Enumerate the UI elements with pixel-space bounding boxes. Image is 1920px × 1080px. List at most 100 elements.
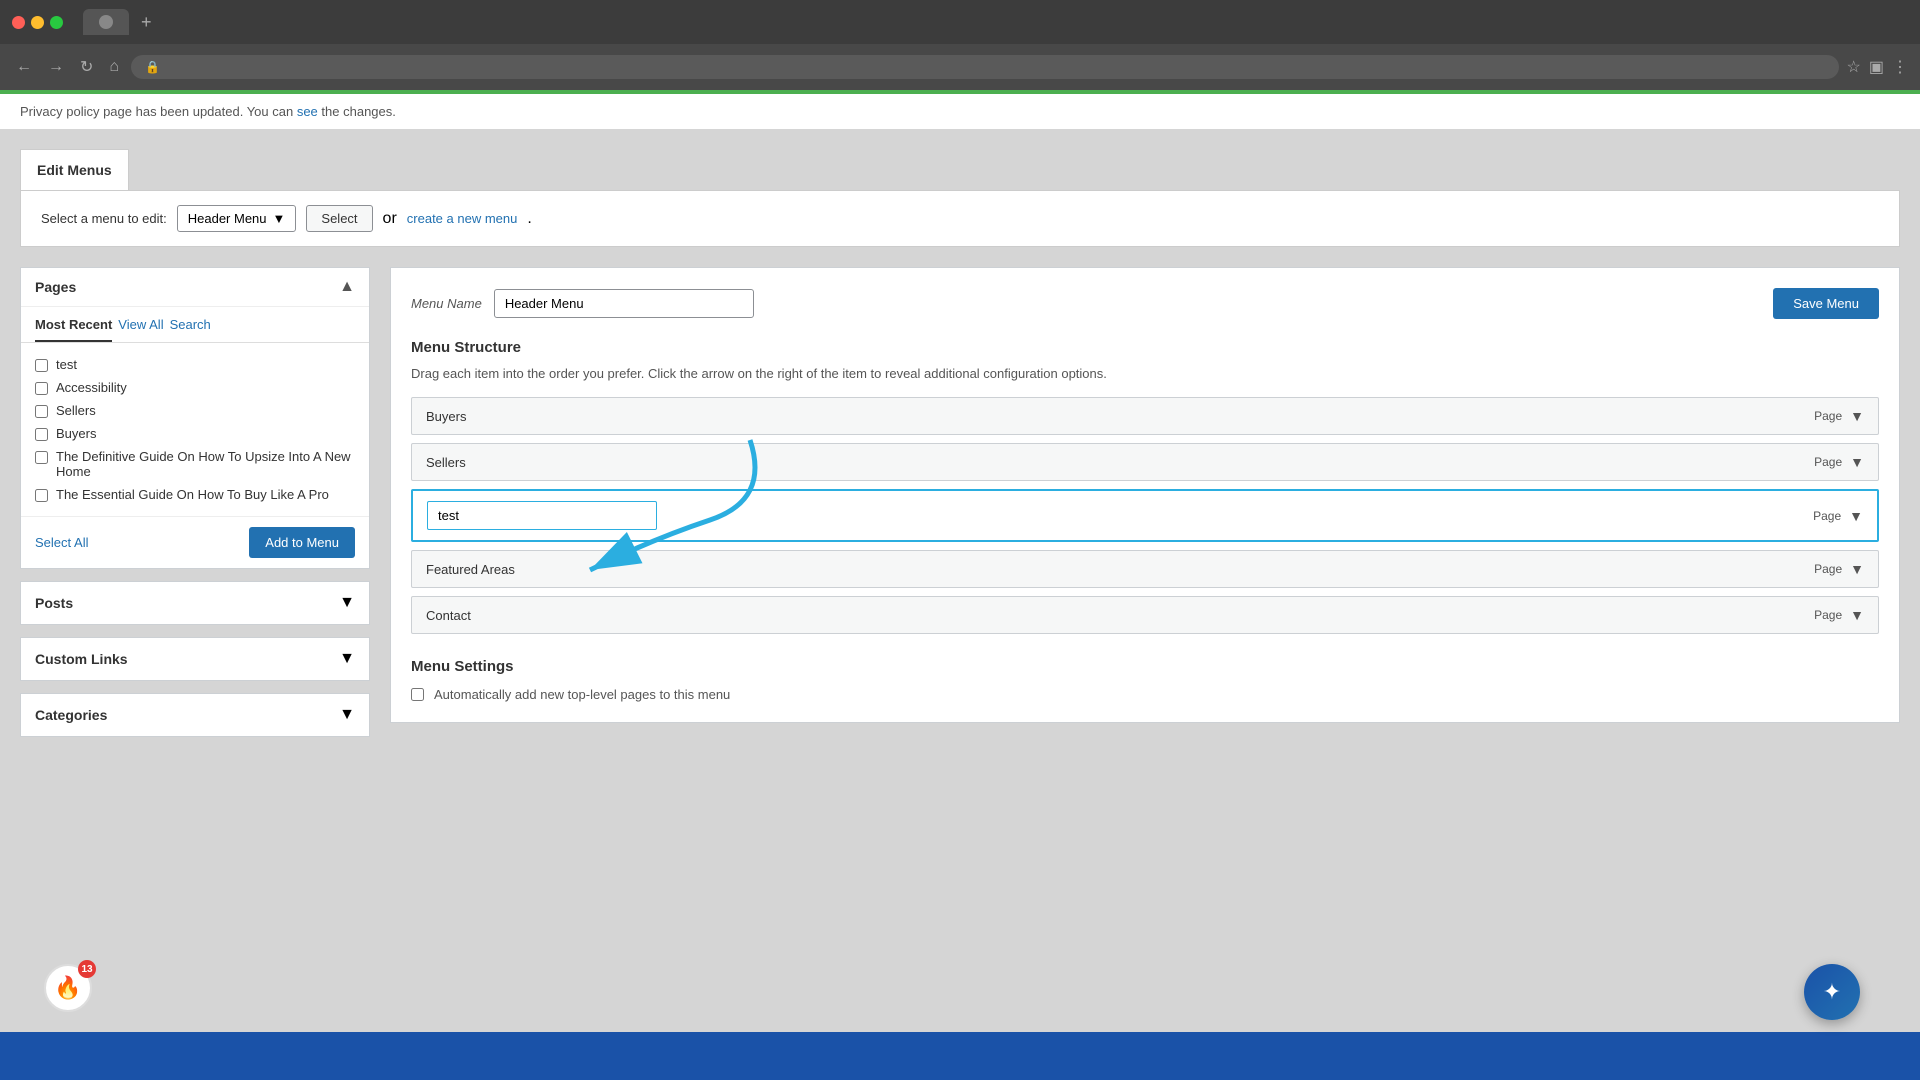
auto-add-pages-label: Automatically add new top-level pages to…: [434, 687, 730, 702]
menu-item-expand-contact[interactable]: ▼: [1850, 607, 1864, 623]
menu-item-expand-buyers[interactable]: ▼: [1850, 408, 1864, 424]
page-label-essential: The Essential Guide On How To Buy Like A…: [56, 487, 329, 502]
page-label-test: test: [56, 357, 77, 372]
pages-panel-toggle[interactable]: ▲: [339, 278, 355, 296]
main-area: Edit Menus Select a menu to edit: Header…: [0, 129, 1920, 757]
page-checkbox-sellers[interactable]: [35, 405, 48, 418]
menu-name-input[interactable]: [494, 289, 754, 318]
menu-item-type-sellers: Page: [1814, 455, 1842, 469]
menu-select-dropdown[interactable]: Header Menu ▼: [177, 205, 297, 232]
list-item: The Essential Guide On How To Buy Like A…: [35, 483, 355, 506]
menu-item-right-featured-areas: Page ▼: [1814, 561, 1864, 577]
tab-favicon: [99, 15, 113, 29]
custom-links-chevron-icon: ▼: [339, 650, 355, 668]
new-tab-button[interactable]: +: [141, 12, 152, 33]
auto-add-pages-checkbox[interactable]: [411, 688, 424, 701]
posts-chevron-icon: ▼: [339, 594, 355, 612]
categories-panel: Categories ▼: [20, 693, 370, 737]
notice-link[interactable]: see: [297, 104, 318, 119]
chat-widget[interactable]: ✦: [1804, 964, 1860, 1020]
select-menu-label: Select a menu to edit:: [41, 211, 167, 226]
flame-widget[interactable]: 🔥 13: [44, 964, 92, 1012]
address-bar[interactable]: 🔒: [131, 55, 1838, 79]
select-all-link[interactable]: Select All: [35, 535, 88, 550]
menu-item-input-test[interactable]: [427, 501, 657, 530]
menu-item-name-featured-areas: Featured Areas: [426, 562, 515, 577]
menu-item-expand-sellers[interactable]: ▼: [1850, 454, 1864, 470]
tab-view-all[interactable]: View All: [118, 317, 163, 342]
posts-panel-header[interactable]: Posts ▼: [21, 582, 369, 624]
add-to-menu-button[interactable]: Add to Menu: [249, 527, 355, 558]
notice-text: Privacy policy page has been updated. Yo…: [20, 104, 297, 119]
menu-item-right-sellers: Page ▼: [1814, 454, 1864, 470]
menu-item-type-contact: Page: [1814, 608, 1842, 622]
menu-structure-desc: Drag each item into the order you prefer…: [411, 366, 1879, 381]
browser-dots: [12, 16, 63, 29]
select-menu-bar: Select a menu to edit: Header Menu ▼ Sel…: [20, 190, 1900, 247]
maximize-dot[interactable]: [50, 16, 63, 29]
posts-panel-title: Posts: [35, 595, 73, 611]
menu-item-expand-test[interactable]: ▼: [1849, 508, 1863, 524]
forward-button[interactable]: →: [44, 54, 68, 80]
categories-panel-header[interactable]: Categories ▼: [21, 694, 369, 736]
tab-search[interactable]: Search: [170, 317, 211, 342]
menu-settings-title: Menu Settings: [411, 658, 1879, 675]
page-checkbox-test[interactable]: [35, 359, 48, 372]
settings-row: Automatically add new top-level pages to…: [411, 687, 1879, 702]
flame-badge: 13: [78, 960, 96, 978]
pages-panel-tabs: Most Recent View All Search: [21, 307, 369, 343]
pages-panel-title: Pages: [35, 279, 76, 295]
custom-links-panel-header[interactable]: Custom Links ▼: [21, 638, 369, 680]
menu-structure-title: Menu Structure: [411, 339, 1879, 356]
browser-toolbar: ← → ↻ ⌂ 🔒 ☆ ▣ ⋮: [0, 44, 1920, 90]
menu-item-sellers: Sellers Page ▼: [411, 443, 1879, 481]
page-content: Privacy policy page has been updated. Yo…: [0, 90, 1920, 1080]
menu-icon[interactable]: ⋮: [1892, 57, 1908, 77]
create-new-menu-link[interactable]: create a new menu: [407, 211, 518, 226]
left-panel: Pages ▲ Most Recent View All Search test: [20, 267, 370, 737]
right-panel: Menu Name Save Menu Menu Structure Drag …: [390, 267, 1900, 737]
save-menu-button[interactable]: Save Menu: [1773, 288, 1879, 319]
toolbar-right: ☆ ▣ ⋮: [1847, 57, 1908, 77]
close-dot[interactable]: [12, 16, 25, 29]
or-text: or: [383, 210, 397, 228]
menu-name-row: Menu Name Save Menu: [411, 288, 1879, 319]
pages-panel-header: Pages ▲: [21, 268, 369, 307]
menu-item-type-featured-areas: Page: [1814, 562, 1842, 576]
menu-item-name-buyers: Buyers: [426, 409, 466, 424]
list-item: Buyers: [35, 422, 355, 445]
notice-bar: Privacy policy page has been updated. Yo…: [0, 90, 1920, 129]
menu-item-right-test: Page ▼: [1813, 508, 1863, 524]
page-label-definitive: The Definitive Guide On How To Upsize In…: [56, 449, 355, 479]
extensions-icon[interactable]: ▣: [1869, 57, 1884, 77]
select-menu-button[interactable]: Select: [306, 205, 372, 232]
back-button[interactable]: ←: [12, 54, 36, 80]
menu-item-expand-featured-areas[interactable]: ▼: [1850, 561, 1864, 577]
menu-item-contact: Contact Page ▼: [411, 596, 1879, 634]
browser-tab[interactable]: [83, 9, 129, 35]
page-checkbox-buyers[interactable]: [35, 428, 48, 441]
menu-item-type-buyers: Page: [1814, 409, 1842, 423]
bookmark-icon[interactable]: ☆: [1847, 57, 1861, 77]
page-label-accessibility: Accessibility: [56, 380, 127, 395]
page-checkbox-essential[interactable]: [35, 489, 48, 502]
reload-button[interactable]: ↻: [76, 53, 97, 81]
home-button[interactable]: ⌂: [105, 54, 123, 80]
page-label-sellers: Sellers: [56, 403, 96, 418]
page-checkbox-accessibility[interactable]: [35, 382, 48, 395]
menu-item-right-buyers: Page ▼: [1814, 408, 1864, 424]
menu-item-buyers: Buyers Page ▼: [411, 397, 1879, 435]
two-column-layout: Pages ▲ Most Recent View All Search test: [20, 267, 1900, 737]
chat-sparkle-icon: ✦: [1823, 979, 1841, 1005]
notice-text2: the changes.: [321, 104, 395, 119]
pages-panel-footer: Select All Add to Menu: [21, 516, 369, 568]
page-checkbox-definitive[interactable]: [35, 451, 48, 464]
bottom-bar: [0, 1032, 1920, 1080]
minimize-dot[interactable]: [31, 16, 44, 29]
list-item: Sellers: [35, 399, 355, 422]
list-item: Accessibility: [35, 376, 355, 399]
menu-item-test: Page ▼: [411, 489, 1879, 542]
browser-titlebar: +: [0, 0, 1920, 44]
menu-item-featured-areas: Featured Areas Page ▼: [411, 550, 1879, 588]
tab-most-recent[interactable]: Most Recent: [35, 317, 112, 342]
